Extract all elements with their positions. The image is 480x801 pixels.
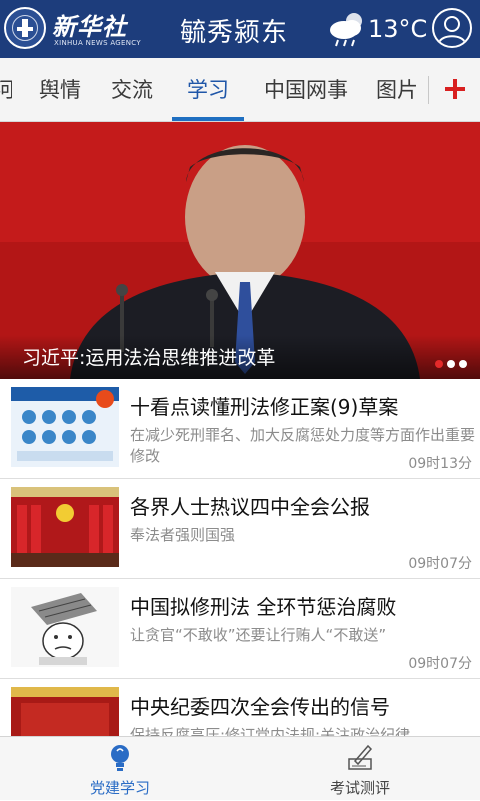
nav-label: 考试测评: [329, 779, 390, 797]
news-thumbnail: [11, 487, 119, 567]
app-header: 新华社 XINHUA NEWS AGENCY 毓秀颍东 13°C: [0, 0, 480, 58]
news-thumbnail: [11, 687, 119, 736]
news-item[interactable]: 各界人士热议四中全会公报 奉法者强则国强 09时07分: [0, 479, 480, 579]
tab-public-opinion[interactable]: 舆情: [30, 58, 90, 121]
carousel-dot[interactable]: [459, 360, 467, 368]
headline-carousel[interactable]: 习近平:运用法治思维推进改革: [0, 122, 480, 379]
tab-china-online[interactable]: 中国网事: [256, 58, 356, 121]
category-tabs: 河 舆情 交流 学习 中国网事 图片: [0, 58, 480, 122]
xinhua-seal-icon: [4, 7, 46, 49]
news-item[interactable]: 中央纪委四次全会传出的信号 保持反腐高压;修订党内法规;关注政治纪律: [0, 679, 480, 736]
news-list: 十看点读懂刑法修正案(9)草案 在减少死刑罪名、加大反腐惩处力度等方面作出重要修…: [0, 379, 480, 736]
user-profile-button[interactable]: [432, 8, 472, 48]
news-title: 中央纪委四次全会传出的信号: [130, 695, 390, 719]
xinhua-logo: 新华社 XINHUA NEWS AGENCY: [4, 5, 141, 53]
nav-label: 党建学习: [89, 779, 150, 797]
news-title: 各界人士热议四中全会公报: [130, 495, 370, 519]
weather-temperature: 13°C: [368, 15, 428, 43]
exam-pen-icon: [348, 744, 373, 770]
news-title: 十看点读懂刑法修正案(9)草案: [130, 395, 399, 419]
logo-name: 新华社: [52, 12, 127, 41]
cloud-rain-sun-icon: [330, 13, 362, 47]
news-summary: 保持反腐高压;修订党内法规;关注政治纪律: [130, 726, 411, 736]
active-tab-indicator: [172, 117, 244, 121]
headline-caption[interactable]: 习近平:运用法治思维推进改革: [22, 343, 275, 370]
page-title: 毓秀颍东: [180, 18, 289, 48]
tab-study[interactable]: 学习: [172, 58, 244, 121]
news-thumbnail: [11, 587, 119, 667]
news-summary: 让贪官“不敢收”还要让行贿人“不敢送”: [130, 626, 387, 644]
news-time: 09时13分: [408, 456, 472, 472]
tab-partial-left[interactable]: 河: [0, 58, 12, 121]
tab-divider: [428, 76, 429, 104]
news-time: 09时07分: [408, 656, 472, 672]
carousel-dot[interactable]: [447, 360, 455, 368]
news-summary: 奉法者强则国强: [130, 526, 236, 544]
nav-party-study[interactable]: 党建学习: [0, 737, 240, 801]
tab-exchange[interactable]: 交流: [102, 58, 162, 121]
carousel-dot-active[interactable]: [435, 360, 443, 368]
plus-icon[interactable]: [436, 70, 474, 108]
news-thumbnail: [11, 387, 119, 467]
bulb-icon: [111, 745, 129, 771]
tab-pictures[interactable]: 图片: [376, 58, 420, 121]
news-item[interactable]: 十看点读懂刑法修正案(9)草案 在减少死刑罪名、加大反腐惩处力度等方面作出重要修…: [0, 379, 480, 479]
logo-subtitle: XINHUA NEWS AGENCY: [54, 39, 141, 47]
carousel-dots: [435, 360, 475, 370]
news-title: 中国拟修刑法 全环节惩治腐败: [130, 595, 397, 619]
weather-widget[interactable]: 13°C: [326, 8, 431, 50]
bottom-navigation: 党建学习 考试测评: [0, 736, 480, 800]
user-icon: [438, 16, 466, 44]
nav-exam-evaluation[interactable]: 考试测评: [240, 737, 480, 801]
news-item[interactable]: 中国拟修刑法 全环节惩治腐败 让贪官“不敢收”还要让行贿人“不敢送” 09时07…: [0, 579, 480, 679]
news-time: 09时07分: [408, 556, 472, 572]
